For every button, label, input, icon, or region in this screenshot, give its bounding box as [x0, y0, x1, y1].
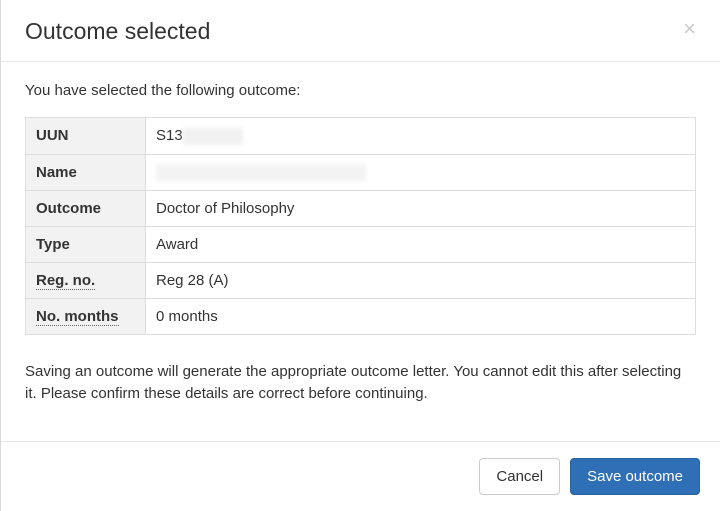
modal-footer: Cancel Save outcome — [1, 441, 720, 511]
table-row: Reg. no. Reg 28 (A) — [26, 262, 696, 298]
label-outcome: Outcome — [26, 190, 146, 226]
label-regno: Reg. no. — [26, 262, 146, 298]
close-icon[interactable]: × — [679, 18, 700, 40]
value-outcome: Doctor of Philosophy — [146, 190, 696, 226]
redacted-name: XXXXXXXXXXXXXXXXXXXXX — [156, 164, 366, 181]
label-name: Name — [26, 154, 146, 190]
warning-text: Saving an outcome will generate the appr… — [25, 361, 696, 406]
table-row: Name XXXXXXXXXXXXXXXXXXXXX — [26, 154, 696, 190]
value-months: 0 months — [146, 298, 696, 334]
modal-body: You have selected the following outcome:… — [1, 62, 720, 441]
value-uun: S13XXXXXX — [146, 118, 696, 155]
details-table: UUN S13XXXXXX Name XXXXXXXXXXXXXXXXXXXXX… — [25, 117, 696, 335]
intro-text: You have selected the following outcome: — [25, 82, 696, 99]
table-row: Type Award — [26, 226, 696, 262]
label-type: Type — [26, 226, 146, 262]
uun-prefix: S13 — [156, 127, 183, 144]
cancel-button[interactable]: Cancel — [479, 458, 560, 496]
modal-title: Outcome selected — [25, 18, 210, 45]
redacted-uun: XXXXXX — [183, 128, 243, 145]
value-name: XXXXXXXXXXXXXXXXXXXXX — [146, 154, 696, 190]
table-row: Outcome Doctor of Philosophy — [26, 190, 696, 226]
label-uun: UUN — [26, 118, 146, 155]
value-regno: Reg 28 (A) — [146, 262, 696, 298]
save-outcome-button[interactable]: Save outcome — [570, 458, 700, 496]
modal-header: Outcome selected × — [1, 0, 720, 62]
outcome-selected-modal: Outcome selected × You have selected the… — [0, 0, 720, 511]
table-row: UUN S13XXXXXX — [26, 118, 696, 155]
table-row: No. months 0 months — [26, 298, 696, 334]
label-months: No. months — [26, 298, 146, 334]
value-type: Award — [146, 226, 696, 262]
